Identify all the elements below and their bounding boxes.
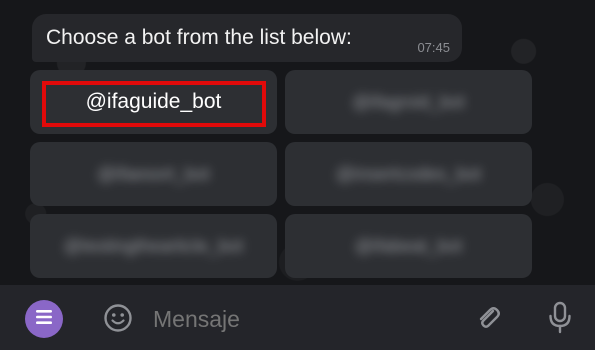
attach-button[interactable] (472, 304, 504, 336)
bot-button-5[interactable]: @testingthearticle_bot (30, 214, 277, 278)
menu-button[interactable] (25, 300, 63, 338)
bot-button-label: @ifabeat_bot (354, 235, 463, 256)
menu-icon (34, 309, 54, 330)
bot-button-4[interactable]: @insertcodes_bot (285, 142, 532, 206)
emoji-icon (103, 303, 133, 338)
highlight-box (42, 81, 266, 127)
bot-button-label: @insertcodes_bot (335, 163, 482, 184)
bot-button-3[interactable]: @ifaesort_bot (30, 142, 277, 206)
bot-button-label: @ifagroid_bot (352, 91, 465, 112)
microphone-icon (547, 301, 573, 340)
emoji-button[interactable] (102, 303, 134, 338)
paperclip-icon (473, 303, 503, 338)
bot-button-label: @testingthearticle_bot (63, 235, 244, 256)
bot-button-2[interactable]: @ifagroid_bot (285, 70, 532, 134)
bot-button-label: @ifaesort_bot (97, 163, 210, 184)
message-text: Choose a bot from the list below: (46, 26, 352, 49)
message-timestamp: 07:45 (417, 40, 450, 55)
message-bubble: Choose a bot from the list below: 07:45 (32, 14, 462, 62)
message-input[interactable] (153, 306, 443, 333)
voice-button[interactable] (544, 301, 576, 340)
bot-button-6[interactable]: @ifabeat_bot (285, 214, 532, 278)
